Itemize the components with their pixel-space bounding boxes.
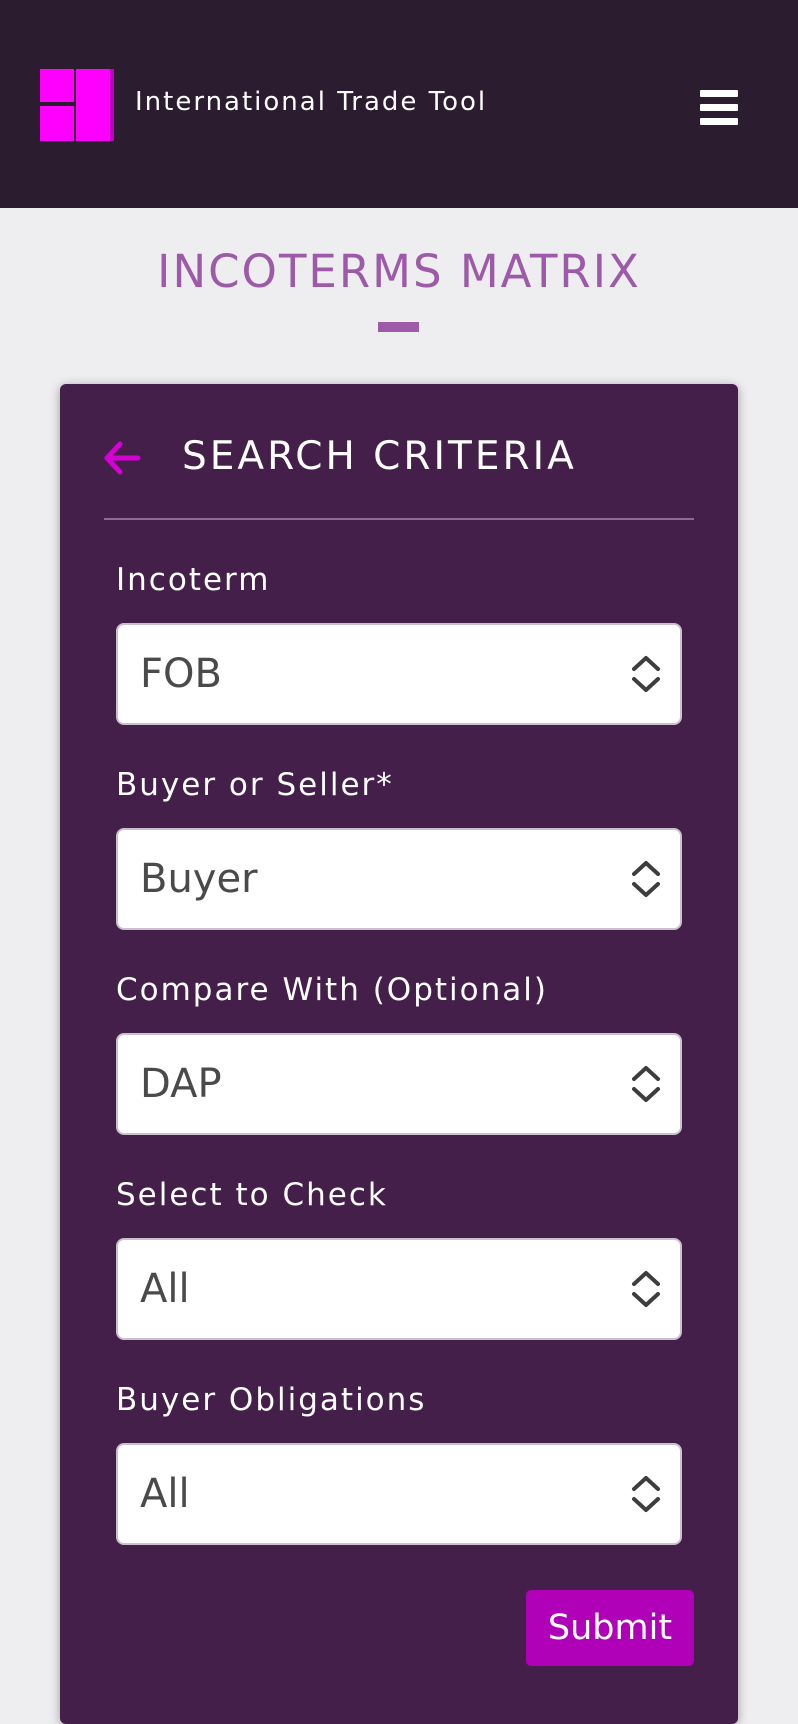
select-to-check-select[interactable]: All xyxy=(116,1238,682,1340)
logo-block-top-left xyxy=(40,69,74,102)
hamburger-menu-icon[interactable] xyxy=(698,86,740,130)
buyer-or-seller-label: Buyer or Seller* xyxy=(116,767,394,803)
app-logo-icon[interactable] xyxy=(40,69,114,141)
menu-bar xyxy=(700,90,738,97)
logo-block-right xyxy=(76,69,112,141)
card-title: SEARCH CRITERIA xyxy=(182,434,577,479)
chevron-up-down-icon xyxy=(632,861,660,897)
title-underline xyxy=(378,322,419,332)
incoterm-label: Incoterm xyxy=(116,562,271,598)
logo-block-edge xyxy=(110,69,114,141)
card-divider xyxy=(104,518,694,520)
buyer-or-seller-select[interactable]: Buyer xyxy=(116,828,682,930)
top-header: International Trade Tool xyxy=(0,0,798,208)
chevron-up-down-icon xyxy=(632,1476,660,1512)
buyer-obligations-label: Buyer Obligations xyxy=(116,1382,427,1418)
buyer-obligations-select[interactable]: All xyxy=(116,1443,682,1545)
select-to-check-select-value: All xyxy=(140,1266,190,1312)
select-to-check-label: Select to Check xyxy=(116,1177,388,1213)
buyer-obligations-select-value: All xyxy=(140,1471,190,1517)
menu-bar xyxy=(700,118,738,125)
chevron-up-down-icon xyxy=(632,1066,660,1102)
buyer-or-seller-select-value: Buyer xyxy=(140,856,258,902)
search-criteria-card: SEARCH CRITERIA Incoterm FOB Buyer or Se… xyxy=(60,384,738,1724)
compare-with-select[interactable]: DAP xyxy=(116,1033,682,1135)
menu-bar xyxy=(700,104,738,111)
logo-block-bottom-left xyxy=(40,106,74,141)
incoterm-select-value: FOB xyxy=(140,651,222,697)
compare-with-select-value: DAP xyxy=(140,1061,222,1107)
compare-with-label: Compare With (Optional) xyxy=(116,972,548,1008)
app-title[interactable]: International Trade Tool xyxy=(135,84,487,120)
arrow-left-icon[interactable] xyxy=(100,438,144,478)
page-title: INCOTERMS MATRIX xyxy=(157,245,641,298)
incoterm-select[interactable]: FOB xyxy=(116,623,682,725)
chevron-up-down-icon xyxy=(632,1271,660,1307)
chevron-up-down-icon xyxy=(632,656,660,692)
submit-button[interactable]: Submit xyxy=(526,1590,694,1666)
